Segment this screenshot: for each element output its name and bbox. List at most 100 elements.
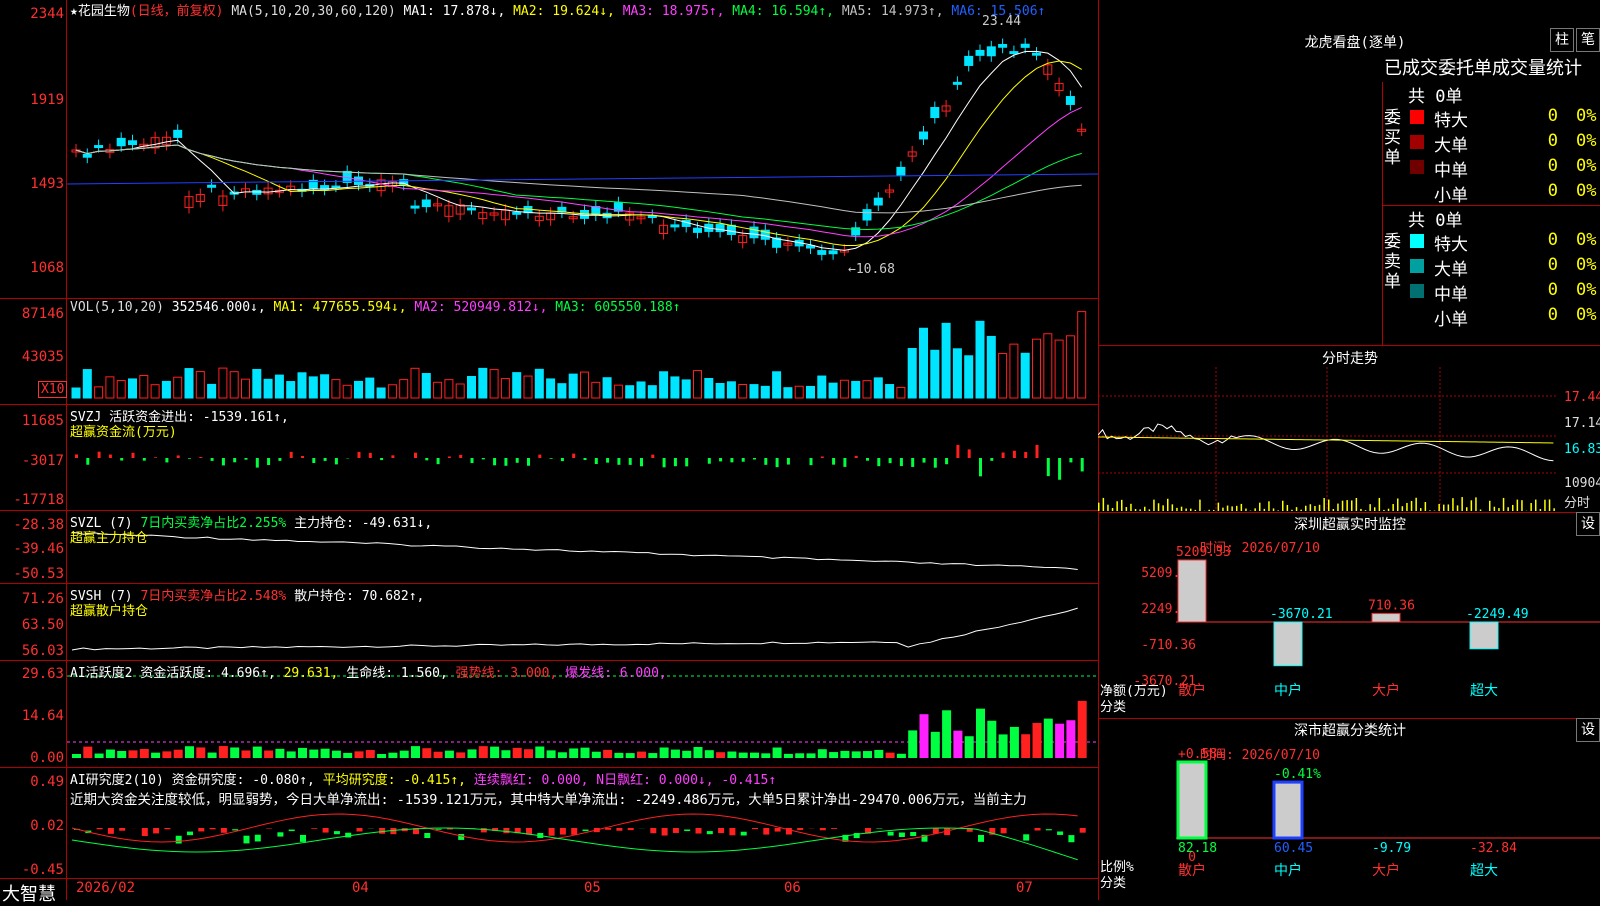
net-amount-bar <box>1372 614 1400 622</box>
intraday-vol-bar <box>1144 507 1146 511</box>
bar-mode-button[interactable]: 柱 <box>1550 28 1574 52</box>
volume-bar <box>117 381 125 398</box>
fund-flow-bar <box>753 458 756 459</box>
volume-bar <box>129 379 137 398</box>
chart-mode[interactable]: (日线，前复权) <box>130 4 224 19</box>
retail-position-line <box>72 608 1078 650</box>
volume-bar <box>162 381 170 398</box>
volume-bar <box>242 379 250 398</box>
candle-body <box>987 47 995 56</box>
tick-mode-button[interactable]: 笔 <box>1576 28 1600 52</box>
candle-body <box>953 82 961 84</box>
high-price-label: 23.44 <box>982 14 1021 29</box>
fund-flow-bar <box>188 458 191 459</box>
intraday-vol-bar <box>1167 499 1169 511</box>
fund-flow-bar <box>685 458 688 466</box>
fund-flow-bar <box>900 458 903 466</box>
fund-flow-bar <box>211 458 214 461</box>
row-pct: 0% <box>1576 181 1596 201</box>
research-bar <box>741 832 747 836</box>
volume-bar <box>366 378 374 398</box>
intraday-vol-bar <box>1512 505 1514 511</box>
intraday-vol-bar <box>1517 500 1519 511</box>
fund-flow-bar <box>821 457 824 458</box>
volume-bar <box>750 385 758 398</box>
intraday-vol-bar <box>1530 503 1532 511</box>
fund-flow-bar <box>617 458 620 465</box>
y-tick: 1068 <box>0 260 64 276</box>
activity-bar <box>558 752 567 758</box>
candle-body <box>920 132 928 139</box>
buy-total: 共 0单 <box>1408 82 1462 107</box>
intraday-vol-bar <box>1098 503 1100 511</box>
activity-bar <box>174 750 183 758</box>
research-bar <box>707 831 713 834</box>
intraday-vol-bar <box>1498 508 1500 511</box>
intraday-vol-bar <box>1296 507 1298 511</box>
activity-bar <box>660 748 669 758</box>
intraday-vol-bar <box>1121 500 1123 511</box>
candle-body <box>874 198 882 205</box>
ma-params: MA(5,10,20,30,60,120) <box>231 4 395 19</box>
fund-flow-bar <box>312 458 315 463</box>
research-bar <box>277 832 283 836</box>
row-label: 中单 <box>1434 156 1468 181</box>
ma2-value: MA2: 19.624↓, <box>513 4 615 19</box>
intraday-vol-bar <box>1406 503 1408 511</box>
activity-bar <box>965 736 974 758</box>
activity-bar <box>185 746 194 758</box>
intraday-vol-bar <box>1360 509 1362 511</box>
star-icon[interactable]: ★ <box>70 4 78 19</box>
ai2-title: AI研究度2(10) 资金研究度: -0.080↑, 平均研究度: -0.415… <box>70 769 776 788</box>
intraday-vol-bar <box>1277 510 1279 511</box>
row-pct: 0% <box>1576 305 1596 325</box>
volume-bar <box>603 378 611 398</box>
ma5-value: MA5: 14.973↑, <box>842 4 944 19</box>
ma-line <box>76 145 1082 229</box>
kline-chart-area[interactable] <box>0 0 1098 880</box>
ratio-bottom-label: 60.45 <box>1274 841 1313 856</box>
ratio-bottom-label: -32.84 <box>1470 841 1517 856</box>
color-swatch <box>1410 234 1424 248</box>
intraday-vol-bar <box>1337 504 1339 511</box>
activity-bar <box>208 753 217 758</box>
volume-bar <box>626 386 634 398</box>
volume-bar <box>829 383 837 398</box>
activity-bar <box>95 754 104 758</box>
candle-body <box>897 167 905 175</box>
ratio-bottom-label: -9.79 <box>1372 841 1411 856</box>
fund-flow-bar <box>380 458 383 460</box>
volume-bar <box>671 377 679 398</box>
monitor-chart: 5209.33散户-3670.21中户710.36大户-2249.49超大 <box>1098 512 1600 718</box>
y-tick: 87146 <box>0 306 64 322</box>
color-swatch <box>1410 309 1424 323</box>
volume-bar <box>411 368 419 398</box>
candle-body <box>468 208 476 210</box>
volume-bar <box>852 381 860 398</box>
fund-flow-bar <box>1024 452 1027 458</box>
fund-flow-bar <box>651 455 654 458</box>
research-bar <box>560 828 566 835</box>
row-count: 0 <box>1528 156 1558 176</box>
fund-flow-bar <box>663 458 666 467</box>
ai1-title: AI活跃度2 资金活跃度: 4.696↑, 29.631, 生命线: 1.560… <box>70 662 667 681</box>
research-bar <box>571 828 577 835</box>
ai2-red1: 连续飘红: 0.000, <box>474 773 589 788</box>
activity-bar <box>162 751 171 758</box>
category-label: 大户 <box>1372 682 1400 699</box>
intraday-vol-bar <box>1107 505 1109 511</box>
vol-ma2: MA2: 520949.812↓, <box>414 300 547 315</box>
activity-bar <box>942 710 951 758</box>
y-tick: -0.45 <box>0 862 64 878</box>
activity-bar <box>569 748 578 758</box>
svzj-subtitle: 超赢资金流(万元) <box>70 421 177 440</box>
volume-bar <box>1044 334 1052 398</box>
fund-flow-bar <box>1058 458 1061 480</box>
candle-body <box>1021 44 1029 47</box>
fund-flow-bar <box>1047 458 1050 476</box>
y-tick: 71.26 <box>0 591 64 607</box>
research-bar <box>616 828 622 831</box>
research-bar <box>97 828 103 829</box>
row-count: 0 <box>1528 280 1558 300</box>
bar-value-label: -3670.21 <box>1270 607 1333 622</box>
